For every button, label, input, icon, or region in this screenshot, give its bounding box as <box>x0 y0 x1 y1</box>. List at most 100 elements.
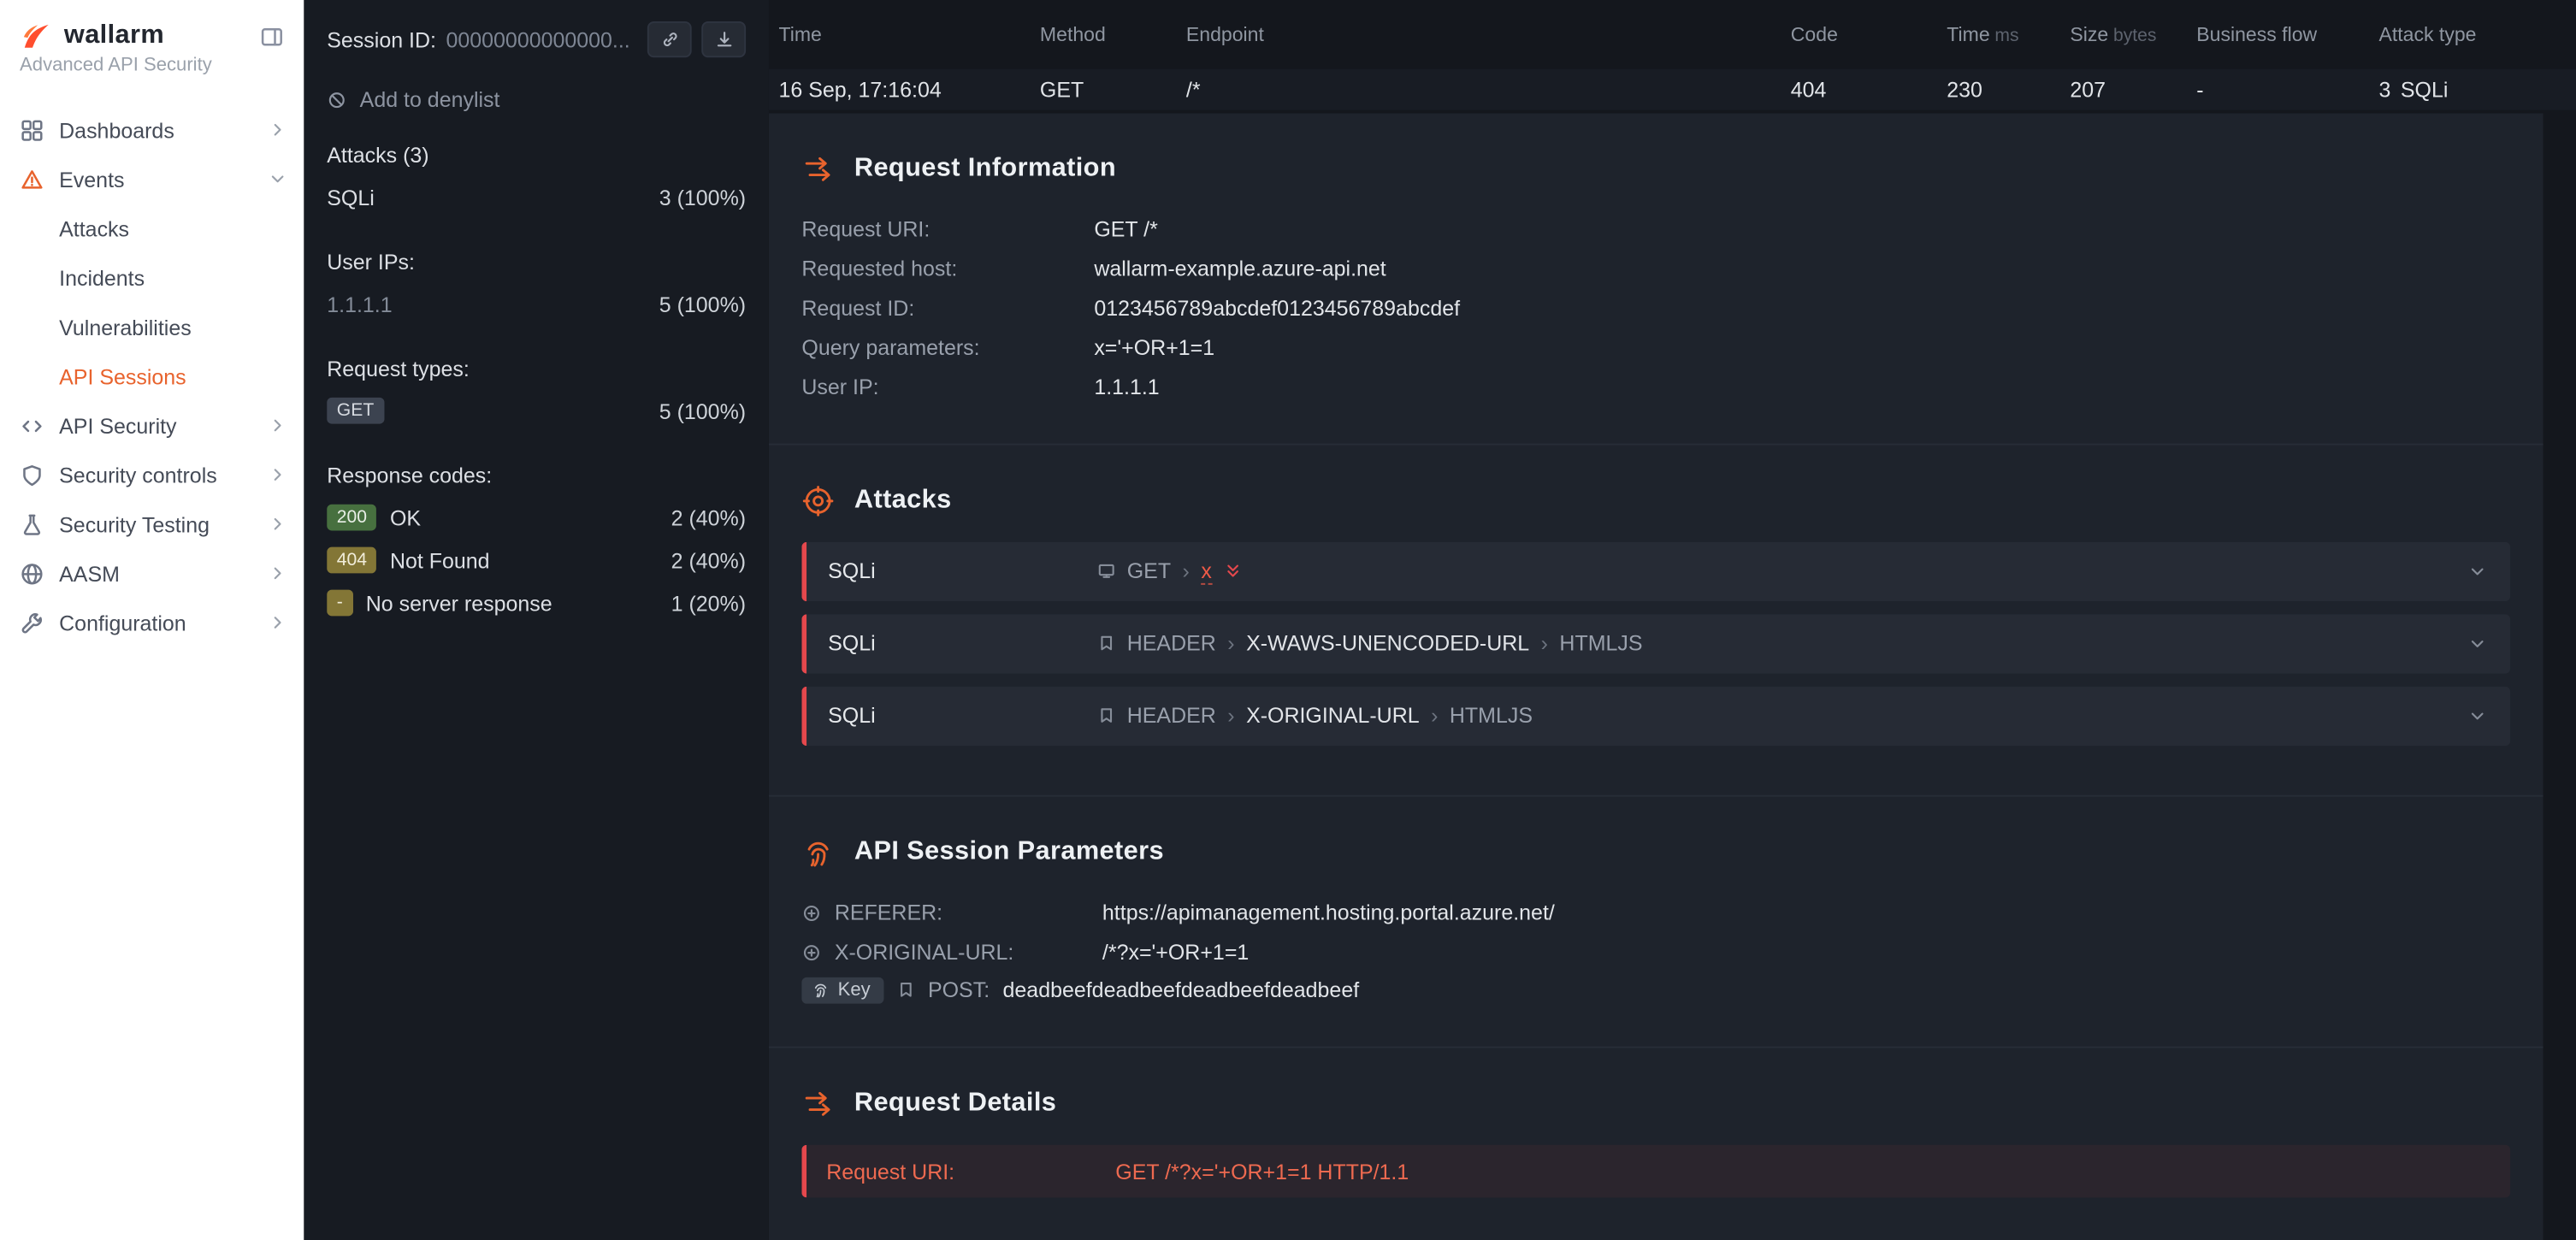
download-button[interactable] <box>701 21 746 57</box>
user-ip-stat-row[interactable]: 1.1.1.1 5 (100%) <box>327 282 746 325</box>
attack-type-label: SQLi <box>327 185 375 210</box>
chevron-right-icon <box>268 612 287 632</box>
request-table-row[interactable]: 16 Sep, 17:16:04 GET /* 404 230 207 - 3 … <box>769 68 2576 109</box>
copy-link-button[interactable] <box>647 21 692 57</box>
info-value: wallarm-example.azure-api.net <box>1094 257 2510 281</box>
info-value: 1.1.1.1 <box>1094 375 2510 399</box>
sidebar-item-dashboards[interactable]: Dashboards <box>0 105 304 155</box>
response-code-stat-row[interactable]: 200 OK 2 (40%) <box>327 496 746 539</box>
response-code-stat-row[interactable]: - No server response 1 (20%) <box>327 582 746 624</box>
plus-circle-icon[interactable] <box>801 903 821 923</box>
sidebar-item-vulnerabilities[interactable]: Vulnerabilities <box>0 302 304 351</box>
response-code-stat-row[interactable]: 404 Not Found 2 (40%) <box>327 539 746 582</box>
expand-chevron-icon[interactable] <box>2467 634 2487 653</box>
status-label: No server response <box>366 591 552 616</box>
sidebar-collapse-icon[interactable] <box>260 24 285 49</box>
cell-method: GET <box>1040 76 1186 101</box>
chevron-right-icon <box>268 564 287 583</box>
request-type-stat-value: 5 (100%) <box>659 399 746 423</box>
sidebar-item-api-security[interactable]: API Security <box>0 401 304 451</box>
plus-circle-icon[interactable] <box>801 942 821 962</box>
info-label: User IP: <box>801 375 1094 399</box>
col-business-flow: Business flow <box>2196 22 2378 45</box>
flask-icon <box>20 511 44 536</box>
attack-source: HEADER <box>1127 703 1216 728</box>
param-label: X-ORIGINAL-URL: <box>835 940 1090 965</box>
sidebar-item-label: Security Testing <box>59 511 210 536</box>
request-detail-panel: Request Information Request URI:GET /* R… <box>769 113 2544 1240</box>
sidebar-item-label: Incidents <box>59 265 145 290</box>
section-title: Request Details <box>854 1089 1056 1119</box>
attack-stat-row[interactable]: SQLi 3 (100%) <box>327 176 746 219</box>
attack-row[interactable]: SQLi HEADER › X-WAWS-UNENCODED-URL › HTM… <box>801 613 2510 672</box>
request-type-stat-row[interactable]: GET 5 (100%) <box>327 389 746 432</box>
expand-chevron-icon[interactable] <box>2467 561 2487 581</box>
cell-size: 207 <box>2070 76 2196 101</box>
info-label: Request ID: <box>801 296 1094 321</box>
attacks-section: Attacks SQLi GET › x SQLi <box>769 445 2544 794</box>
sidebar-item-attacks[interactable]: Attacks <box>0 204 304 253</box>
request-types-heading: Request types: <box>327 357 746 381</box>
arrows-icon <box>801 1088 834 1120</box>
info-row: Query parameters:x='+OR+1=1 <box>801 328 2510 367</box>
cell-business-flow: - <box>2196 76 2378 101</box>
chevron-right-icon <box>268 120 287 139</box>
sidebar-item-events[interactable]: Events <box>0 155 304 204</box>
attack-source: GET <box>1127 558 1171 583</box>
brand-row: wallarm <box>0 0 304 56</box>
key-param-label: POST: <box>928 977 990 1002</box>
sidebar-item-label: Vulnerabilities <box>59 315 192 340</box>
code-icon <box>20 413 44 438</box>
col-duration-unit: ms <box>1994 26 2018 45</box>
attack-param: X-ORIGINAL-URL <box>1246 703 1420 728</box>
attack-type-label: SQLi <box>828 703 1097 728</box>
session-summary-panel: Session ID: 00000000000000... Add to den… <box>304 0 769 1240</box>
separator: › <box>1541 631 1548 656</box>
attack-row[interactable]: SQLi GET › x <box>801 541 2510 600</box>
param-value: https://apimanagement.hosting.portal.azu… <box>1102 900 1555 925</box>
status-badge-none: - <box>327 590 352 617</box>
info-label: Requested host: <box>801 257 1094 281</box>
attack-row[interactable]: SQLi HEADER › X-ORIGINAL-URL › HTMLJS <box>801 686 2510 745</box>
sidebar-item-label: API Security <box>59 413 176 438</box>
sidebar-item-configuration[interactable]: Configuration <box>0 598 304 647</box>
status-label: Not Found <box>390 548 490 573</box>
info-value: GET /* <box>1094 217 2510 242</box>
sidebar-item-label: Configuration <box>59 611 186 635</box>
expand-chevron-icon[interactable] <box>2467 706 2487 725</box>
attack-count: 3 <box>2378 76 2390 101</box>
separator: › <box>1227 703 1234 728</box>
api-session-parameters-section: API Session Parameters REFERER: https://… <box>769 796 2544 1047</box>
sidebar-item-security-controls[interactable]: Security controls <box>0 450 304 499</box>
banner-icon <box>1097 634 1115 652</box>
key-param-value: deadbeefdeadbeefdeadbeefdeadbeef <box>1003 977 1360 1002</box>
sidebar: wallarm Advanced API Security Dashboards… <box>0 0 304 1240</box>
double-chevron-icon <box>1223 562 1241 580</box>
session-id-label: Session ID: <box>327 27 436 52</box>
status-badge-404: 404 <box>327 547 376 574</box>
separator: › <box>1183 558 1190 583</box>
add-to-denylist-button[interactable]: Add to denylist <box>327 87 746 112</box>
attack-param[interactable]: x <box>1201 558 1211 584</box>
status-stat-value: 2 (40%) <box>671 548 746 573</box>
status-stat-value: 2 (40%) <box>671 505 746 530</box>
attack-param: X-WAWS-UNENCODED-URL <box>1246 631 1529 656</box>
chevron-down-icon <box>268 169 287 189</box>
param-label: REFERER: <box>835 900 1090 925</box>
session-param-row: REFERER: https://apimanagement.hosting.p… <box>801 893 2510 932</box>
sidebar-item-aasm[interactable]: AASM <box>0 549 304 599</box>
sidebar-item-api-sessions[interactable]: API Sessions <box>0 351 304 401</box>
brand-name: wallarm <box>64 21 248 51</box>
info-value: 0123456789abcdef0123456789abcdef <box>1094 296 2510 321</box>
request-information-section: Request Information Request URI:GET /* R… <box>769 113 2544 443</box>
sidebar-item-incidents[interactable]: Incidents <box>0 253 304 303</box>
sidebar-item-security-testing[interactable]: Security Testing <box>0 499 304 549</box>
cell-endpoint: /* <box>1186 76 1791 101</box>
section-title: Attacks <box>854 486 952 516</box>
col-duration: Timems <box>1947 22 2070 45</box>
info-label: Query parameters: <box>801 335 1094 360</box>
chevron-right-icon <box>268 514 287 534</box>
status-label: OK <box>390 505 421 530</box>
warning-icon <box>20 167 44 192</box>
banner-icon <box>1097 706 1115 724</box>
